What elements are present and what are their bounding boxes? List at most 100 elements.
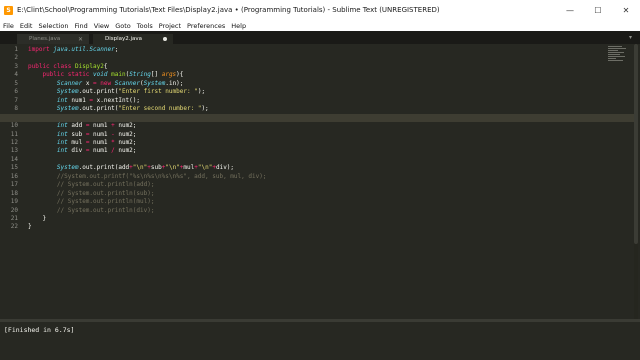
code-line[interactable]: System.out.print(add+"\n"+sub+"\n"+mul+"…: [28, 164, 234, 172]
build-output-panel: [Finished in 6.7s]: [0, 319, 640, 360]
code-line[interactable]: }: [28, 223, 32, 231]
code-token: System: [56, 88, 79, 96]
line-number: 7: [14, 96, 18, 104]
code-token: }: [28, 223, 32, 231]
code-token: div);: [215, 164, 235, 172]
code-line[interactable]: public class Display2{: [28, 63, 108, 71]
line-number: 13: [10, 147, 18, 155]
code-token: =: [89, 96, 97, 104]
menu-goto[interactable]: Goto: [115, 22, 131, 30]
code-token: .out.print(: [78, 105, 119, 113]
line-number: 18: [10, 189, 18, 197]
code-token: // System.out.println(add);: [56, 181, 155, 189]
code-line[interactable]: int sub = num1 - num2;: [28, 130, 137, 139]
scrollbar-thumb[interactable]: [634, 44, 638, 244]
code-line[interactable]: // System.out.println(add);: [28, 181, 155, 189]
code-line[interactable]: System.out.print("Enter first number: ")…: [28, 88, 205, 96]
code-token: int: [56, 122, 72, 130]
unsaved-dot-icon[interactable]: [163, 37, 167, 41]
menu-view[interactable]: View: [94, 22, 109, 30]
maximize-button[interactable]: ☐: [584, 0, 612, 20]
vertical-scrollbar[interactable]: [634, 44, 638, 319]
menu-tools[interactable]: Tools: [137, 22, 153, 30]
menu-selection[interactable]: Selection: [38, 22, 68, 30]
code-token: "\n": [132, 164, 148, 172]
code-token: div: [71, 147, 86, 155]
tab-menu-arrow-icon[interactable]: ▾: [629, 34, 632, 41]
code-token: main: [111, 71, 126, 79]
code-line[interactable]: }: [28, 215, 46, 223]
code-token: void: [93, 71, 112, 79]
code-line[interactable]: // System.out.println(div);: [28, 207, 155, 215]
tab-planes-java[interactable]: Planes.java ✕: [17, 34, 89, 44]
code-token: x: [85, 79, 94, 87]
code-token: public: [42, 71, 68, 79]
code-token: int: [56, 138, 72, 146]
close-tab-icon[interactable]: ✕: [78, 36, 83, 43]
code-token: );: [201, 105, 209, 113]
tab-label: Display2.java: [105, 36, 143, 42]
code-token: num2;: [118, 138, 137, 146]
menu-edit[interactable]: Edit: [20, 22, 33, 30]
menu-file[interactable]: File: [3, 22, 14, 30]
code-line[interactable]: // System.out.println(sub);: [28, 189, 155, 198]
code-line[interactable]: System.out.print("Enter second number: "…: [28, 105, 209, 113]
code-token: // System.out.println(sub);: [56, 189, 155, 197]
code-token: Scanner: [56, 79, 86, 87]
code-token: =: [85, 147, 94, 155]
menu-preferences[interactable]: Preferences: [187, 22, 225, 30]
code-line[interactable]: int div = num1 / num2;: [28, 147, 137, 155]
tab-label: Planes.java: [29, 36, 61, 42]
line-number: 19: [10, 198, 18, 206]
code-token: String: [129, 71, 151, 79]
code-line[interactable]: int num1 = x.nextInt();: [28, 97, 140, 105]
code-token: System: [143, 79, 166, 87]
line-number: 21: [10, 215, 18, 222]
code-token: mul: [71, 138, 86, 146]
code-token: mul: [183, 164, 195, 172]
tab-display2-java[interactable]: Display2.java: [93, 34, 173, 44]
code-line[interactable]: // System.out.println(mul);: [28, 198, 155, 206]
code-token: ;: [114, 46, 122, 53]
line-number: 22: [10, 223, 18, 231]
current-line-highlight: [0, 113, 634, 123]
code-token: num2;: [118, 147, 137, 155]
code-token: {: [103, 62, 108, 70]
code-line[interactable]: Scanner x = new Scanner(System.in);: [28, 79, 184, 88]
code-editor[interactable]: 12345678910111213141516171819202122 impo…: [0, 44, 640, 319]
menu-help[interactable]: Help: [231, 22, 246, 30]
close-window-button[interactable]: ✕: [612, 0, 640, 20]
code-line[interactable]: int mul = num1 * num2;: [28, 138, 137, 147]
code-token: num1: [71, 96, 90, 104]
code-line[interactable]: import java.util.Scanner;: [28, 46, 122, 54]
line-number: 12: [10, 138, 18, 146]
code-token: num1: [93, 130, 112, 138]
menu-project[interactable]: Project: [159, 22, 181, 30]
line-number: 2: [14, 54, 18, 62]
line-number: 14: [10, 155, 18, 163]
window-title: E:\Clint\School\Programming Tutorials\Te…: [17, 6, 440, 14]
line-number: 15: [10, 164, 18, 172]
code-token: num1: [93, 147, 112, 155]
code-token: num2;: [118, 130, 137, 138]
code-line[interactable]: int add = num1 + num2;: [28, 122, 137, 130]
line-number: 16: [10, 172, 18, 180]
code-token: num2;: [118, 122, 137, 130]
code-token: "Enter second number: ": [118, 105, 202, 113]
minimize-button[interactable]: —: [556, 0, 584, 20]
sublime-app-icon: S: [4, 5, 13, 15]
minimap[interactable]: [608, 46, 628, 66]
menu-find[interactable]: Find: [74, 22, 87, 30]
code-line[interactable]: //System.out.printf("%s\n%s\n%s\n%s", ad…: [28, 173, 267, 181]
code-token: int: [56, 147, 72, 155]
code-line[interactable]: public static void main(String[] args){: [28, 71, 183, 79]
code-token: int: [56, 130, 72, 138]
